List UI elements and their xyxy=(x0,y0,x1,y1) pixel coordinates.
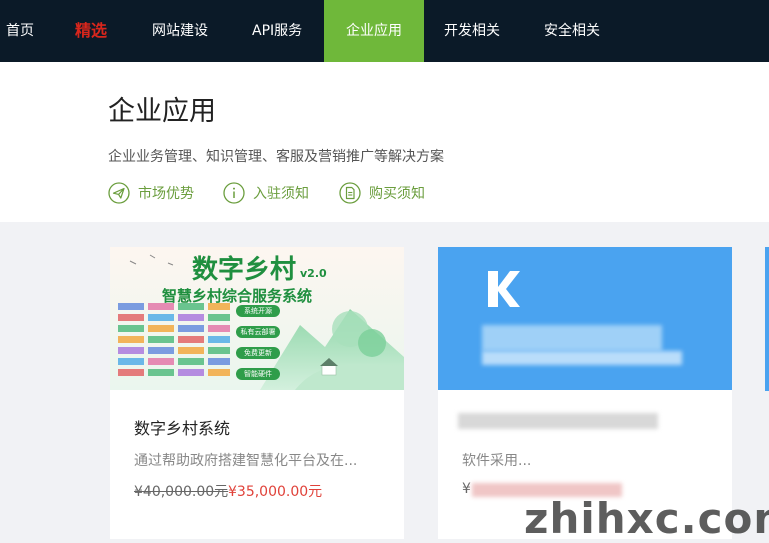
category-header: 企业应用 企业业务管理、知识管理、客服及营销推广等解决方案 市场优势 入驻须知 … xyxy=(0,62,769,222)
document-icon xyxy=(339,182,361,204)
image-headline: 数字乡村 xyxy=(192,255,297,285)
product-card[interactable]: 数字乡村 v2.0 智慧乡村综合服务系统 系统开源 私有云部署 免费更新 智能硬… xyxy=(110,247,404,539)
product-description: 软件采用... xyxy=(462,453,532,469)
blurred-banner-text xyxy=(482,351,682,365)
product-image[interactable] xyxy=(438,247,732,390)
nav-item-home[interactable]: 首页 xyxy=(6,0,34,62)
nav-item-website-building[interactable]: 网站建设 xyxy=(152,0,208,62)
paper-plane-icon xyxy=(108,182,130,204)
nav-item-security[interactable]: 安全相关 xyxy=(544,0,600,62)
image-tag: 免费更新 xyxy=(244,349,272,357)
purchase-notice-label: 购买须知 xyxy=(369,186,425,202)
nav-item-enterprise-apps[interactable]: 企业应用 xyxy=(324,0,424,62)
image-tag: 私有云部署 xyxy=(240,328,276,336)
product-image[interactable]: 数字乡村 v2.0 智慧乡村综合服务系统 系统开源 私有云部署 免费更新 智能硬… xyxy=(110,247,404,390)
market-advantage-label: 市场优势 xyxy=(138,186,194,202)
info-icon xyxy=(223,182,245,204)
image-subheadline: 智慧乡村综合服务系统 xyxy=(162,287,313,305)
nav-item-development[interactable]: 开发相关 xyxy=(444,0,500,62)
top-nav: 首页 精选 网站建设 API服务 企业应用 开发相关 安全相关 xyxy=(0,0,769,62)
nav-item-api-services[interactable]: API服务 xyxy=(252,0,302,62)
blurred-product-title xyxy=(458,413,658,429)
page-subtitle: 企业业务管理、知识管理、客服及营销推广等解决方案 xyxy=(108,149,444,165)
price-currency: ¥ xyxy=(462,481,471,497)
product-title[interactable]: 数字乡村系统 xyxy=(134,415,230,439)
sale-price: ¥35,000.00元 xyxy=(228,484,323,500)
image-version: v2.0 xyxy=(300,267,327,280)
brand-logo-icon xyxy=(488,271,520,307)
onboarding-notice-label: 入驻须知 xyxy=(253,186,309,202)
nav-item-featured[interactable]: 精选 xyxy=(75,0,107,62)
blurred-banner-text xyxy=(482,325,662,351)
product-description: 通过帮助政府搭建智慧化平台及在... xyxy=(134,453,358,469)
original-price: ¥40,000.00元 xyxy=(134,484,229,500)
image-tag: 系统开源 xyxy=(244,307,272,315)
image-tag: 智能硬件 xyxy=(244,370,272,378)
next-card-edge xyxy=(765,247,769,391)
watermark-text: zhihxc.com xyxy=(524,494,769,543)
page-title: 企业应用 xyxy=(108,96,216,127)
